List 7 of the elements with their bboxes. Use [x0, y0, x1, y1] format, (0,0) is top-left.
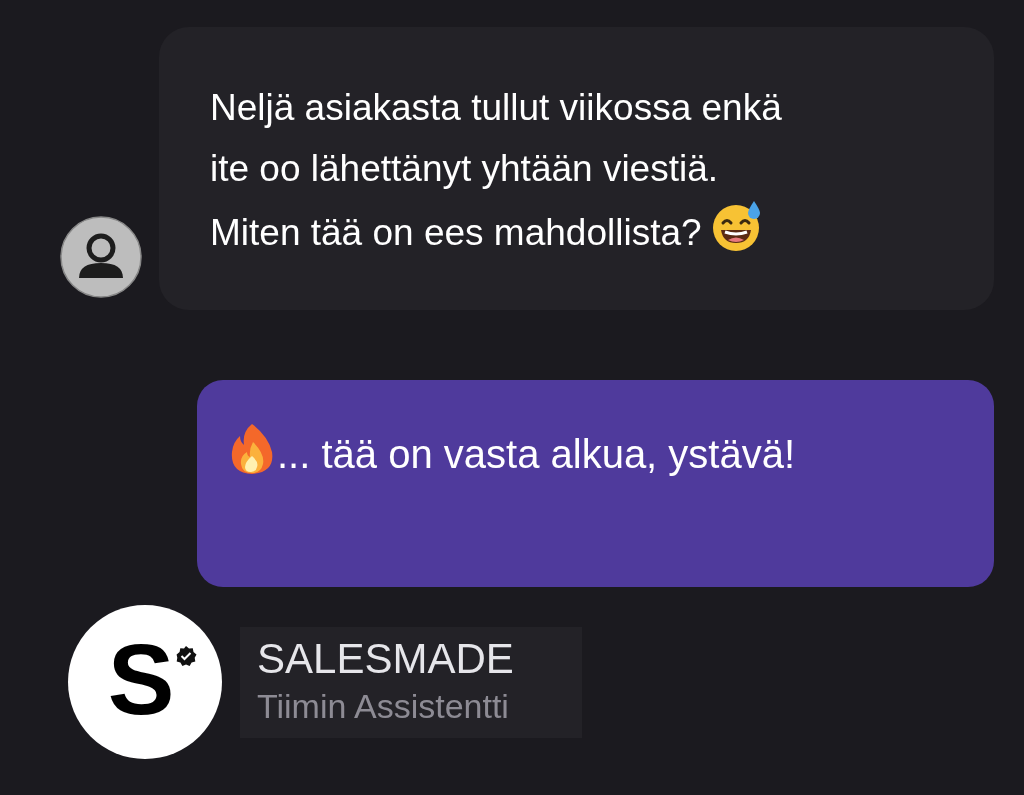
sender-name: SALESMADE: [257, 633, 515, 684]
message-text: ... tää on vasta alkua, ystävä!: [227, 422, 994, 482]
verified-badge-icon: [175, 645, 197, 667]
sender-role: Tiimin Assistentti: [257, 685, 510, 727]
brand-logo: S: [68, 605, 222, 759]
user-avatar-icon: [60, 216, 142, 298]
message-text: Neljä asiakasta tullut viikossa enkä ite oo lähettänyt yhtään viestiä. Miten tää on ees mahdollista?: [210, 86, 783, 255]
